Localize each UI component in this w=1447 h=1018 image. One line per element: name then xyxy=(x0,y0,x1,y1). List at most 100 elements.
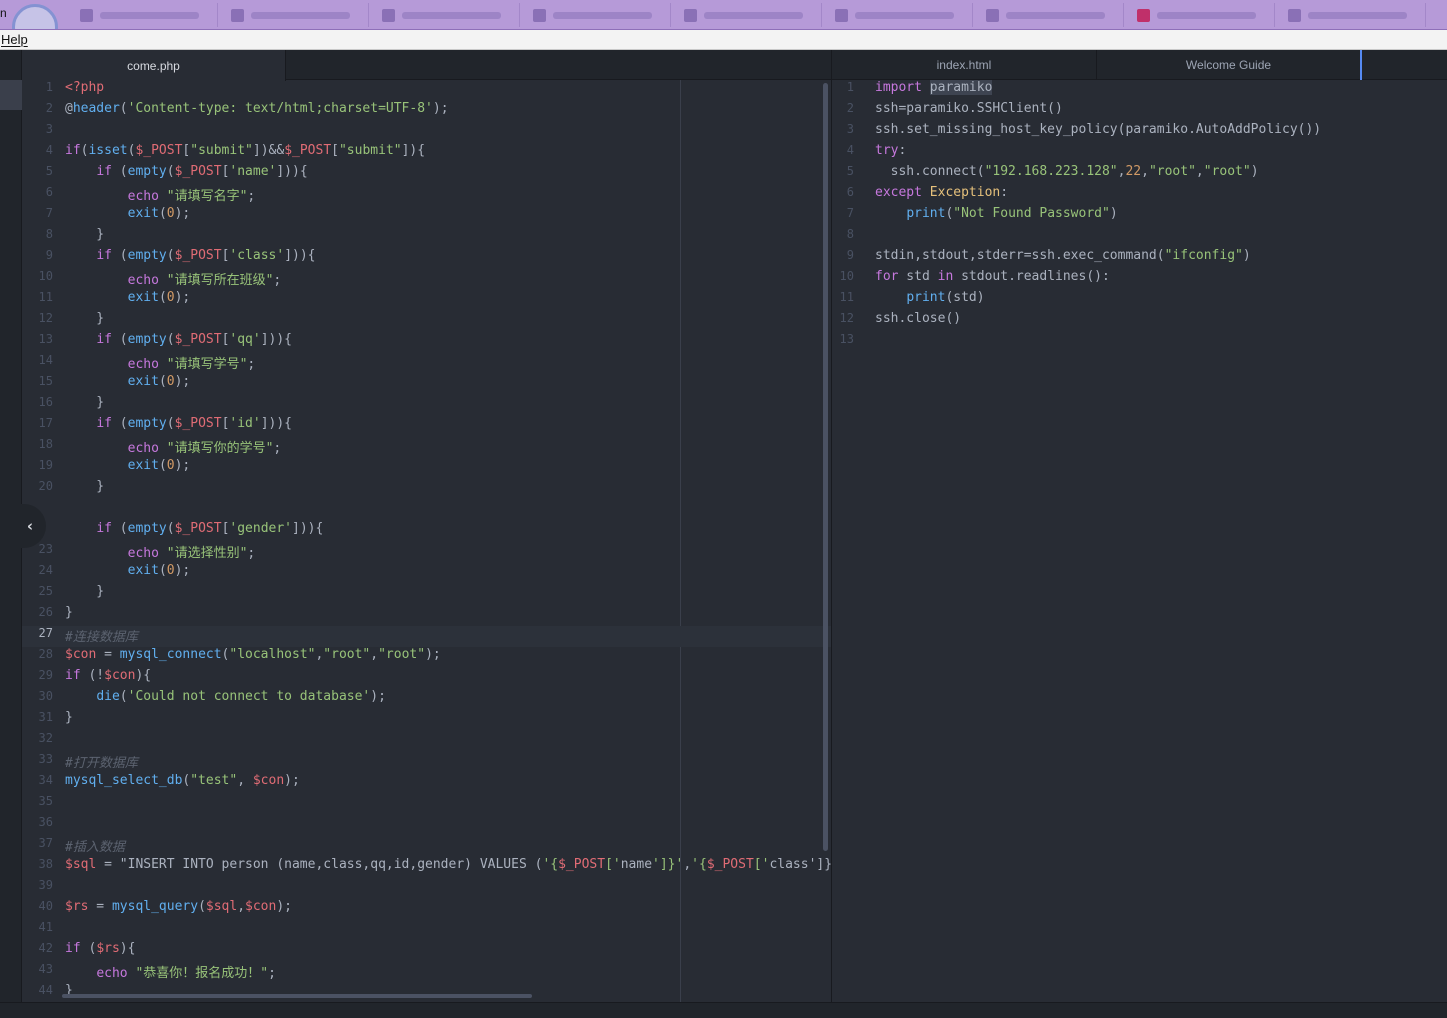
code-line[interactable]: 9 if (empty($_POST['class'])){ xyxy=(22,248,831,269)
browser-tab[interactable] xyxy=(525,3,671,27)
page-icon xyxy=(684,8,697,22)
line-number: 10 xyxy=(839,269,854,283)
code-line[interactable]: 20 } xyxy=(22,479,831,500)
line-number: 26 xyxy=(38,605,53,619)
code-line[interactable]: 26} xyxy=(22,605,831,626)
code-line[interactable]: 25 } xyxy=(22,584,831,605)
code-line[interactable]: 1 <?php xyxy=(22,80,831,101)
code-line[interactable]: 12 } xyxy=(22,311,831,332)
code-line[interactable]: 9 stdin,stdout,stderr=ssh.exec_command("i… xyxy=(832,248,1447,269)
code-line[interactable] xyxy=(22,500,831,521)
code-line[interactable]: 14 echo "请填写学号"; xyxy=(22,353,831,374)
code-line[interactable]: 33 #打开数据库 xyxy=(22,752,831,773)
code-line[interactable]: 13 if (empty($_POST['qq'])){ xyxy=(22,332,831,353)
tab-index-html[interactable]: index.html xyxy=(832,50,1097,80)
code-line[interactable]: 40 $rs = mysql_query($sql,$con); xyxy=(22,899,831,920)
code-line[interactable]: 4 try: xyxy=(832,143,1447,164)
code-line[interactable]: 3 ssh.set_missing_host_key_policy(paramik… xyxy=(832,122,1447,143)
browser-tab[interactable] xyxy=(1280,3,1426,27)
code-line[interactable]: 8 } xyxy=(22,227,831,248)
code-line[interactable]: 1 import paramiko xyxy=(832,80,1447,101)
code-line[interactable]: 28 $con = mysql_connect("localhost","root… xyxy=(22,647,831,668)
browser-tab[interactable] xyxy=(223,3,369,27)
code-line[interactable]: 6 echo "请填写名字"; xyxy=(22,185,831,206)
tab-welcome-guide[interactable]: Welcome Guide xyxy=(1097,50,1362,80)
code-line[interactable]: if (empty($_POST['gender'])){ xyxy=(22,521,831,542)
browser-tab[interactable] xyxy=(1129,3,1275,27)
code-line[interactable]: 43 echo "恭喜你！报名成功！"; xyxy=(22,962,831,983)
line-number: 24 xyxy=(38,563,53,577)
right-editor-pane[interactable]: index.html Welcome Guide 1 import paramik… xyxy=(832,50,1447,1002)
code-line[interactable]: 4 if(isset($_POST["submit"])&&$_POST["sub… xyxy=(22,143,831,164)
code-line[interactable]: 10 echo "请填写所在班级"; xyxy=(22,269,831,290)
browser-tab[interactable] xyxy=(374,3,520,27)
code-line[interactable]: 2 ssh=paramiko.SSHClient() xyxy=(832,101,1447,122)
code-line[interactable]: 38 $sql = "INSERT INTO person (name,class… xyxy=(22,857,831,878)
code-text: echo "请填写你的学号"; xyxy=(127,441,282,456)
code-line[interactable]: 27 #连接数据库 xyxy=(22,626,831,647)
code-line[interactable]: 18 echo "请填写你的学号"; xyxy=(22,437,831,458)
code-line[interactable]: 23 echo "请选择性别"; xyxy=(22,542,831,563)
code-line[interactable]: 7 print("Not Found Password") xyxy=(832,206,1447,227)
code-line[interactable]: 29 if (!$con){ xyxy=(22,668,831,689)
code-line[interactable]: 34 mysql_select_db("test", $con); xyxy=(22,773,831,794)
horizontal-scrollbar[interactable] xyxy=(62,994,532,998)
code-line[interactable]: 39 xyxy=(22,878,831,899)
menu-help[interactable]: Help xyxy=(1,32,28,47)
line-number: 10 xyxy=(38,269,53,283)
code-text: ssh.connect("192.168.223.128",22,"root",… xyxy=(875,164,1259,179)
code-text: if ($rs){ xyxy=(65,941,136,956)
code-line[interactable]: 15 exit(0); xyxy=(22,374,831,395)
tab-come-php[interactable]: come.php xyxy=(22,50,286,81)
code-text: exit(0); xyxy=(127,374,191,389)
code-line[interactable]: 36 xyxy=(22,815,831,836)
code-line[interactable]: 13 xyxy=(832,332,1447,353)
code-line[interactable]: 5 if (empty($_POST['name'])){ xyxy=(22,164,831,185)
vertical-scrollbar[interactable] xyxy=(823,83,828,851)
browser-tab[interactable] xyxy=(72,3,218,27)
code-line[interactable]: 12 ssh.close() xyxy=(832,311,1447,332)
browser-tab[interactable] xyxy=(827,3,973,27)
code-line[interactable]: 19 exit(0); xyxy=(22,458,831,479)
code-line[interactable]: 32 xyxy=(22,731,831,752)
code-text: #连接数据库 xyxy=(65,630,138,645)
code-line[interactable]: 8 xyxy=(832,227,1447,248)
code-text: $rs = mysql_query($sql,$con); xyxy=(65,899,292,914)
line-number: 15 xyxy=(38,374,53,388)
code-line[interactable]: 24 exit(0); xyxy=(22,563,831,584)
code-line[interactable]: 16 } xyxy=(22,395,831,416)
code-line[interactable]: 5 ssh.connect("192.168.223.128",22,"root… xyxy=(832,164,1447,185)
code-line[interactable]: 37 #插入数据 xyxy=(22,836,831,857)
code-line[interactable]: 41 xyxy=(22,920,831,941)
code-text: if (!$con){ xyxy=(65,668,152,683)
line-number: 1 xyxy=(45,80,53,94)
code-line[interactable]: 11 exit(0); xyxy=(22,290,831,311)
browser-tab[interactable] xyxy=(676,3,822,27)
line-number: 4 xyxy=(45,143,53,157)
code-line[interactable]: 3 xyxy=(22,122,831,143)
code-line[interactable]: 30 die('Could not connect to database'); xyxy=(22,689,831,710)
browser-tab[interactable] xyxy=(978,3,1124,27)
code-line[interactable]: 17 if (empty($_POST['id'])){ xyxy=(22,416,831,437)
code-line[interactable]: 10 for std in stdout.readlines(): xyxy=(832,269,1447,290)
code-text: echo "请填写学号"; xyxy=(127,357,256,372)
left-editor-pane[interactable]: come.php 1 <?php 2 @header('Content-type: t… xyxy=(22,50,831,1002)
browser-tab-title xyxy=(1308,11,1407,19)
code-line[interactable]: 31} xyxy=(22,710,831,731)
code-line[interactable]: 44} xyxy=(22,983,831,1002)
code-area[interactable]: 1 import paramiko 2 ssh=paramiko.SSHClient(… xyxy=(832,80,1447,353)
code-line[interactable]: 6 except Exception: xyxy=(832,185,1447,206)
code-text: ssh.close() xyxy=(875,311,962,326)
code-line[interactable]: 42 if ($rs){ xyxy=(22,941,831,962)
line-number: 6 xyxy=(45,185,53,199)
line-number: 37 xyxy=(38,836,53,850)
line-number: 33 xyxy=(38,752,53,766)
browser-tab-title xyxy=(855,11,954,19)
code-line[interactable]: 35 xyxy=(22,794,831,815)
code-line[interactable]: 11 print(std) xyxy=(832,290,1447,311)
code-text: if (empty($_POST['id'])){ xyxy=(96,416,293,431)
code-area[interactable]: 1 <?php 2 @header('Content-type: text/html;… xyxy=(22,80,831,1002)
code-line[interactable]: 7 exit(0); xyxy=(22,206,831,227)
code-line[interactable]: 2 @header('Content-type: text/html;charse… xyxy=(22,101,831,122)
line-number: 11 xyxy=(839,290,854,304)
